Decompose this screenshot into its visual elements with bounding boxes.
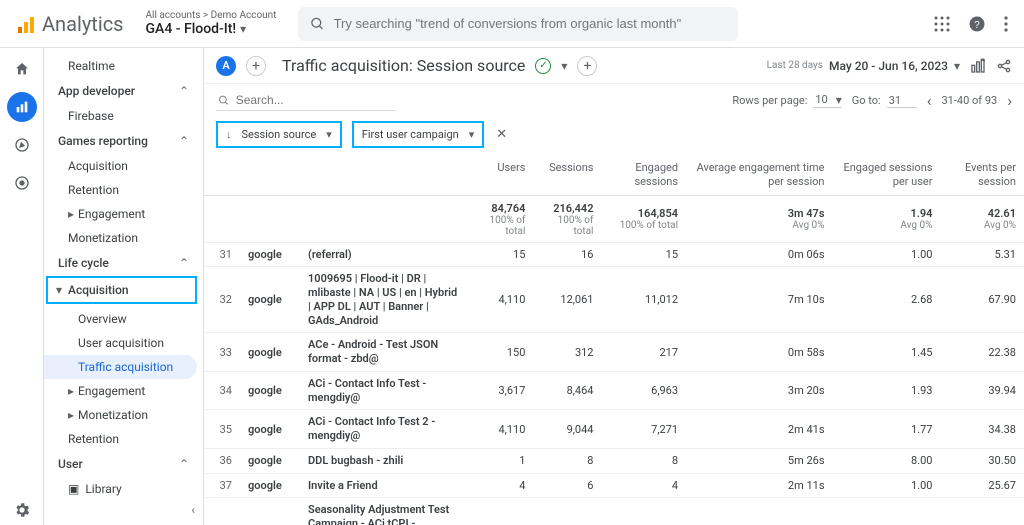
page-range: 31-40 of 93 — [942, 94, 998, 107]
nav-games-monetization[interactable]: Monetization — [44, 226, 203, 250]
nav-app-developer[interactable]: App developer⌃ — [44, 78, 203, 104]
rail-admin[interactable] — [7, 495, 37, 525]
apps-icon[interactable] — [934, 16, 950, 32]
title-dropdown-icon[interactable]: ▾ — [561, 59, 567, 73]
chevron-down-icon: ▾ — [240, 22, 246, 36]
nav-firebase[interactable]: Firebase — [44, 104, 203, 128]
col-events-per-session[interactable]: Events per session — [940, 156, 1024, 195]
chevron-down-icon: ▾ — [836, 93, 842, 107]
chevron-up-icon: ⌃ — [179, 134, 189, 148]
global-search[interactable] — [298, 7, 738, 41]
totals-row: 84,764100% of total 216,442100% of total… — [204, 195, 1024, 242]
col-engaged-sessions[interactable]: Engaged sessions — [601, 156, 686, 195]
account-name: GA4 - Flood-It! — [146, 21, 237, 37]
chevron-right-icon: ▸ — [68, 207, 74, 221]
col-avg-engagement[interactable]: Average engagement time per session — [686, 156, 832, 195]
col-sessions[interactable]: Sessions — [533, 156, 601, 195]
report-title: Traffic acquisition: Session source — [282, 56, 525, 75]
table-row[interactable]: 36googleDDL bugbash - zhili1885m 26s8.00… — [204, 448, 1024, 473]
nav-games-reporting[interactable]: Games reporting⌃ — [44, 128, 203, 154]
rail-explore[interactable] — [7, 130, 37, 160]
rail-reports[interactable] — [7, 92, 37, 122]
prev-page-button[interactable]: ‹ — [927, 91, 932, 110]
chevron-down-icon: ▾ — [954, 59, 960, 73]
add-comparison-button[interactable]: + — [246, 56, 266, 76]
data-table: Users Sessions Engaged sessions Average … — [204, 156, 1024, 525]
table-row[interactable]: 31google(referral)1516150m 06s1.005.31 — [204, 242, 1024, 267]
chevron-up-icon: ⌃ — [179, 457, 189, 471]
nav-games-acquisition[interactable]: Acquisition — [44, 154, 203, 178]
next-page-button[interactable]: › — [1007, 91, 1012, 110]
search-input[interactable] — [334, 16, 727, 31]
table-search[interactable] — [216, 90, 396, 111]
sort-down-icon: ↓ — [226, 128, 232, 141]
nav-games-retention[interactable]: Retention — [44, 178, 203, 202]
nav-library[interactable]: ▣Library — [44, 477, 203, 501]
nav-life-retention[interactable]: Retention — [44, 427, 203, 451]
share-icon[interactable] — [996, 58, 1012, 74]
table-search-input[interactable] — [236, 93, 394, 107]
secondary-dimension-chip[interactable]: First user campaign▾ — [352, 121, 485, 148]
rows-per-page[interactable]: Rows per page:10 ▾ — [732, 93, 841, 108]
table-row[interactable]: 32google1009695 | Flood-it | DR | mlibas… — [204, 267, 1024, 333]
nav-games-engagement[interactable]: ▸Engagement — [44, 202, 203, 226]
svg-text:?: ? — [974, 19, 980, 30]
table-row[interactable]: 35googleACi - Contact Info Test 2 - meng… — [204, 410, 1024, 449]
nav-traffic-acquisition[interactable]: Traffic acquisition — [44, 355, 197, 379]
nav-life-monetization[interactable]: ▸Monetization — [44, 403, 203, 427]
table-row[interactable]: 38googleSeasonality Adjustment Test Camp… — [204, 498, 1024, 525]
nav-overview[interactable]: Overview — [44, 307, 203, 331]
collapse-sidebar-icon[interactable]: ‹ — [191, 503, 195, 517]
audience-badge: A — [216, 56, 236, 76]
analytics-logo: Analytics — [8, 12, 134, 36]
nav-user[interactable]: User⌃ — [44, 451, 203, 477]
nav-life-engagement[interactable]: ▸Engagement — [44, 379, 203, 403]
chevron-right-icon: ▸ — [68, 408, 74, 422]
table-row[interactable]: 33googleACe - Android - Test JSON format… — [204, 333, 1024, 372]
chevron-down-icon: ▾ — [469, 128, 475, 141]
chevron-up-icon: ⌃ — [179, 84, 189, 98]
folder-icon: ▣ — [68, 482, 79, 496]
col-users[interactable]: Users — [470, 156, 533, 195]
date-range-picker[interactable]: Last 28 days May 20 - Jun 16, 2023 ▾ — [767, 59, 960, 73]
primary-dimension-chip[interactable]: ↓Session source▾ — [216, 121, 342, 148]
verified-icon: ✓ — [535, 58, 551, 74]
chevron-down-icon: ▾ — [326, 128, 332, 141]
remove-dimension-button[interactable]: ✕ — [494, 127, 509, 142]
add-filter-button[interactable]: + — [577, 56, 597, 76]
logo-mark-icon — [18, 15, 36, 33]
customize-report-icon[interactable] — [970, 58, 986, 74]
nav-user-acquisition[interactable]: User acquisition — [44, 331, 203, 355]
nav-life-acquisition[interactable]: ▾Acquisition — [46, 276, 197, 304]
table-row[interactable]: 34googleACi - Contact Info Test - mengdi… — [204, 371, 1024, 410]
nav-realtime[interactable]: Realtime — [44, 54, 203, 78]
col-eng-per-user[interactable]: Engaged sessions per user — [833, 156, 941, 195]
more-vert-icon[interactable] — [1004, 16, 1008, 32]
go-to-page[interactable]: Go to:31 — [852, 94, 917, 108]
brand-name: Analytics — [42, 12, 124, 36]
chevron-up-icon: ⌃ — [179, 256, 189, 270]
chevron-right-icon: ▸ — [68, 384, 74, 398]
search-icon — [310, 16, 325, 32]
help-icon[interactable]: ? — [968, 15, 986, 33]
nav-life-cycle[interactable]: Life cycle⌃ — [44, 250, 203, 276]
table-row[interactable]: 37googleInvite a Friend4642m 11s1.0025.6… — [204, 473, 1024, 498]
account-path: All accounts > Demo Account — [146, 10, 277, 21]
search-icon — [218, 94, 230, 107]
account-switcher[interactable]: All accounts > Demo Account GA4 - Flood-… — [134, 6, 289, 41]
chevron-down-icon: ▾ — [56, 283, 62, 297]
rail-advertising[interactable] — [7, 168, 37, 198]
rail-home[interactable] — [7, 54, 37, 84]
